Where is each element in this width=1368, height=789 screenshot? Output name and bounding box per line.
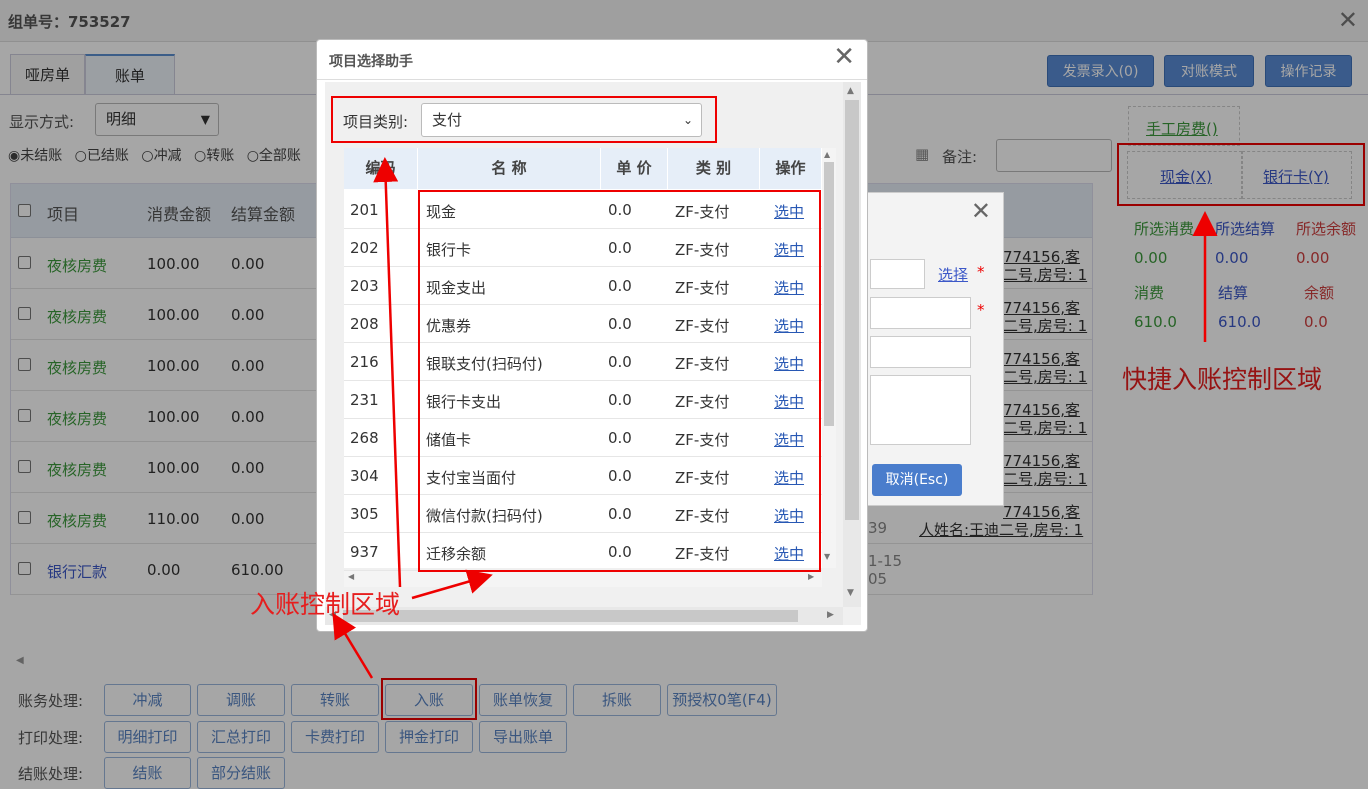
row-code: 304 bbox=[350, 467, 379, 485]
row-code: 231 bbox=[350, 391, 379, 409]
row-code: 216 bbox=[350, 353, 379, 371]
item-input[interactable] bbox=[870, 259, 925, 289]
category-label: 项目类别: bbox=[343, 113, 409, 131]
cancel-button[interactable]: 取消(Esc) bbox=[872, 464, 962, 496]
row-code: 202 bbox=[350, 239, 379, 257]
scroll-thumb[interactable] bbox=[824, 162, 834, 426]
dialog-header: 项目选择助手 ✕ bbox=[317, 40, 867, 80]
row-code: 305 bbox=[350, 505, 379, 523]
table-hscrollbar[interactable]: ◀ ▶ bbox=[344, 571, 822, 587]
extra-input[interactable] bbox=[870, 336, 971, 368]
row-code: 268 bbox=[350, 429, 379, 447]
amount-input[interactable] bbox=[870, 297, 971, 329]
close-icon[interactable]: ✕ bbox=[971, 197, 991, 225]
row-code: 937 bbox=[350, 543, 379, 561]
dialog-hscrollbar[interactable]: ◀ ▶ bbox=[325, 607, 843, 625]
scroll-thumb[interactable] bbox=[845, 100, 859, 520]
header-type: 类 别 bbox=[668, 148, 760, 189]
choose-link[interactable]: 选择 bbox=[938, 264, 968, 285]
annotation-entry-area: 入账控制区域 bbox=[250, 590, 401, 619]
dialog-vscrollbar[interactable]: ▲ ▼ bbox=[843, 82, 861, 607]
row-code: 201 bbox=[350, 201, 379, 219]
category-value: 支付 bbox=[432, 111, 463, 129]
row-code: 208 bbox=[350, 315, 379, 333]
dialog-title: 项目选择助手 bbox=[329, 54, 413, 70]
category-highlight: 项目类别: 支付 ⌄ bbox=[331, 96, 717, 143]
header-op: 操作 bbox=[760, 148, 822, 189]
row-code: 203 bbox=[350, 277, 379, 295]
remark-textarea[interactable] bbox=[870, 375, 971, 445]
table-vscrollbar[interactable]: ▲ ▼ bbox=[822, 148, 836, 568]
header-price: 单 价 bbox=[601, 148, 668, 189]
category-select[interactable]: 支付 ⌄ bbox=[421, 103, 702, 137]
chevron-down-icon: ⌄ bbox=[682, 113, 693, 127]
required-mark: * bbox=[977, 263, 985, 281]
item-picker-dialog: 项目选择助手 ✕ ▲ ▼ ◀ ▶ 项目类别: 支付 ⌄ 编码 名 称 单 价 类… bbox=[316, 39, 868, 632]
required-mark: * bbox=[977, 301, 985, 319]
header-code: 编码 bbox=[344, 148, 418, 189]
entry-form-dialog: ✕ 选择 * * 取消(Esc) bbox=[866, 192, 1004, 506]
header-name: 名 称 bbox=[418, 148, 601, 189]
scroll-thumb[interactable] bbox=[343, 610, 798, 622]
close-icon[interactable]: ✕ bbox=[833, 42, 855, 72]
entry-area-highlight bbox=[418, 190, 821, 572]
